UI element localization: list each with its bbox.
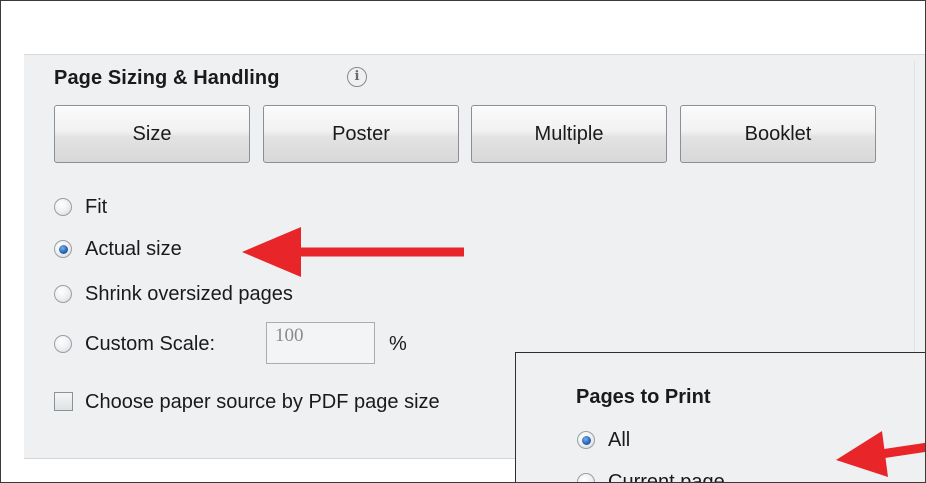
arrow-to-actual-size [242,227,464,277]
arrow-to-all-pages [836,431,925,477]
annotation-arrows [242,227,925,477]
screenshot-frame: Page Sizing & Handling i Size Poster Mul… [0,0,926,483]
